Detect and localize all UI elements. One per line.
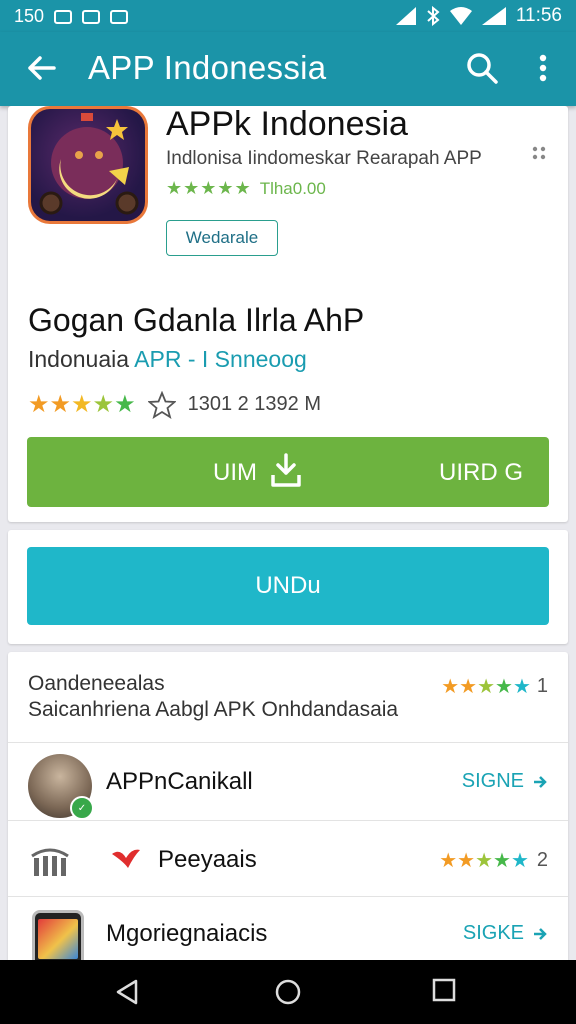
install-button[interactable]: UIM UIRD G <box>27 437 549 507</box>
list-item-action[interactable]: SIGKE <box>463 922 548 945</box>
detail-rating-text: 1301 2 1392 M <box>187 393 322 415</box>
detail-heading: Gogan Gdanla Ilrla AhP <box>28 302 365 338</box>
list-item-rating: ★★★★★ 2 <box>439 848 548 873</box>
list-item-rating-value: 2 <box>536 849 548 871</box>
arrow-right-icon <box>534 775 547 788</box>
status-right: 11:56 <box>395 5 562 27</box>
list-item-name: Peeyaais <box>158 846 257 873</box>
search-icon[interactable] <box>464 50 500 86</box>
app-icon[interactable] <box>28 106 148 224</box>
avatar: ✓ <box>28 754 94 820</box>
download-icon <box>271 453 301 487</box>
back-triangle-icon[interactable] <box>114 978 142 1006</box>
divider <box>8 820 568 821</box>
app-title: APPk Indonesia <box>166 105 408 143</box>
list-header-rating-value: 1 <box>536 675 548 697</box>
app-detail-card: APPk Indonesia Indlonisa Iindomeskar Rea… <box>8 106 568 522</box>
status-time: 11:56 <box>515 5 562 26</box>
tag-button[interactable]: Wedarale <box>166 220 278 256</box>
arrow-right-icon <box>534 927 547 940</box>
rating-stars: ★★★★★ <box>166 178 252 198</box>
list-item-action-label: SIGNE <box>461 770 524 792</box>
related-apps-card: Oandeneealas Saicanhriena Aabgl APK Onhd… <box>8 652 568 972</box>
status-left: 150 <box>14 6 129 27</box>
list-item-name: Mgoriegnaiacis <box>106 920 268 947</box>
detail-sub-accent[interactable]: APR - I Snneoog <box>134 346 307 372</box>
secondary-button[interactable]: UNDu <box>27 547 549 625</box>
detail-sub-prefix: Indonuaia <box>28 346 135 372</box>
chart-bars-icon <box>31 848 69 876</box>
status-bar: 150 11:56 <box>0 0 576 32</box>
list-header-stars: ★★★★★ <box>441 676 531 698</box>
list-item-name: APPnCanikall <box>106 768 253 795</box>
recents-square-icon[interactable] <box>432 978 456 1002</box>
list-subtitle: Saicanhriena Aabgl APK Onhdandasaia <box>28 698 399 721</box>
bird-icon <box>112 849 140 868</box>
app-subtitle: Indlonisa Iindomeskar Rearapah APP <box>166 148 482 169</box>
navigation-bar <box>0 960 576 1024</box>
star-outline-icon[interactable] <box>147 390 176 419</box>
grid-dots-icon[interactable] <box>532 146 546 160</box>
list-item-stars: ★★★★★ <box>439 850 529 872</box>
image-icon <box>54 9 73 24</box>
app-bar: APP Indonessia <box>0 32 576 106</box>
badge-icon: ✓ <box>70 796 94 820</box>
list-item-action[interactable]: SIGNE <box>462 770 548 793</box>
list-item-action-label: SIGKE <box>462 922 524 944</box>
detail-subheading: Indonuaia APR - I Snneoog <box>28 346 307 373</box>
app-icon-art <box>31 109 145 221</box>
more-vert-icon[interactable] <box>528 50 558 86</box>
detail-rating: ★★★★★ 1301 2 1392 M <box>28 390 321 419</box>
app-rating: ★★★★★ Tlha0.00 <box>166 178 326 199</box>
wifi-icon <box>449 7 472 25</box>
moon-character-icon <box>39 113 139 215</box>
signal-icon <box>395 7 416 25</box>
bluetooth-icon <box>427 6 440 26</box>
rating-text: Tlha0.00 <box>259 178 326 198</box>
battery-icon <box>481 7 506 25</box>
list-title: Oandeneealas <box>28 672 165 695</box>
back-arrow-icon[interactable] <box>24 50 60 86</box>
photo-icon <box>110 9 129 24</box>
divider <box>8 896 568 897</box>
list-item[interactable]: Peeyaais ★★★★★ 2 <box>8 822 568 898</box>
home-circle-icon[interactable] <box>274 978 302 1006</box>
divider <box>8 742 568 743</box>
status-left-text: 150 <box>14 6 45 26</box>
detail-stars: ★★★★★ <box>28 391 136 418</box>
phone-screen <box>38 919 78 959</box>
install-label-left: UIM <box>213 459 257 486</box>
list-header-rating: ★★★★★ 1 <box>441 674 548 699</box>
list-item[interactable]: ✓ APPnCanikall SIGNE <box>8 744 568 820</box>
sim-icon <box>82 9 101 24</box>
install-label-right: UIRD G <box>439 459 523 486</box>
app-bar-title: APP Indonessia <box>88 49 327 86</box>
secondary-action-card: UNDu <box>8 530 568 644</box>
